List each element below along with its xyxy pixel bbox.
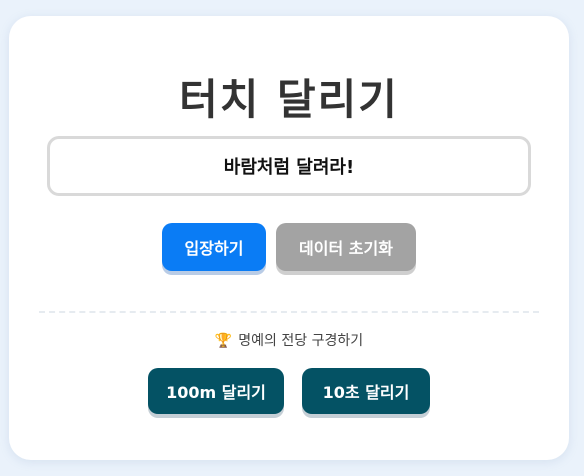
reset-data-button[interactable]: 데이터 초기화 xyxy=(276,223,416,271)
trophy-icon: 🏆 xyxy=(214,333,233,349)
main-card: 터치 달리기 입장하기 데이터 초기화 🏆 명예의 전당 구경하기 100m 달리… xyxy=(9,16,569,460)
hall-of-fame-label: 명예의 전당 구경하기 xyxy=(238,333,364,349)
hall-of-fame-heading: 🏆 명예의 전당 구경하기 xyxy=(9,330,569,350)
page-title: 터치 달리기 xyxy=(179,75,399,124)
run-10s-button[interactable]: 10초 달리기 xyxy=(302,368,430,414)
enter-button[interactable]: 입장하기 xyxy=(162,223,266,271)
run-100m-button[interactable]: 100m 달리기 xyxy=(148,368,284,414)
divider xyxy=(39,311,539,313)
name-input[interactable] xyxy=(47,136,531,196)
